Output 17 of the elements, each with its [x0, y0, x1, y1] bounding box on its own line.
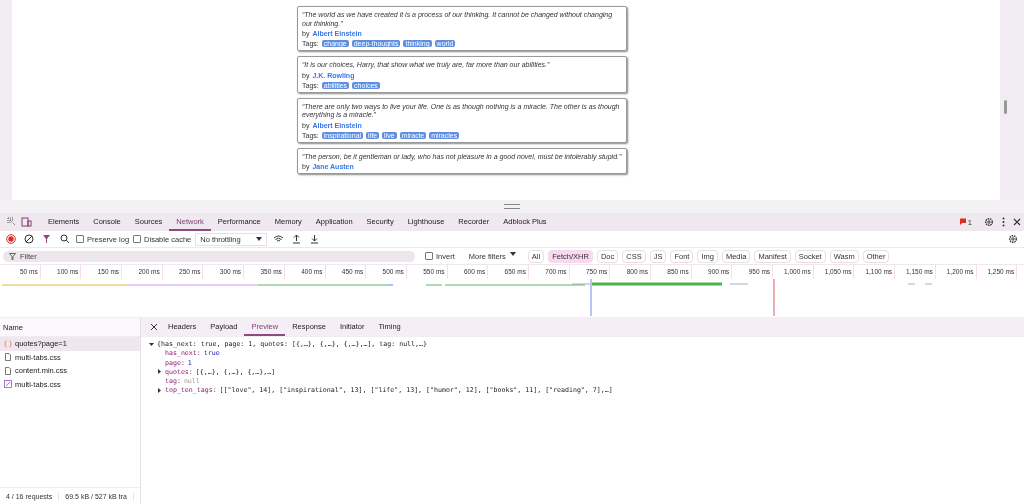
settings-icon[interactable]	[1006, 232, 1020, 246]
resize-handle[interactable]	[504, 204, 520, 209]
filter-icon	[9, 252, 16, 260]
stylesheet-icon	[4, 380, 12, 389]
expand-arrow-icon[interactable]	[157, 369, 162, 375]
search-icon[interactable]	[58, 232, 72, 246]
expand-arrow-icon[interactable]	[157, 388, 162, 393]
code-braces-icon	[4, 339, 12, 348]
dropdown-caret-icon	[509, 251, 516, 256]
scrollbar-thumb[interactable]	[1004, 100, 1007, 114]
clear-icon[interactable]	[22, 232, 36, 246]
issue-flag-icon	[958, 218, 967, 226]
dropdown-caret-icon	[256, 237, 263, 241]
device-toolbar-icon[interactable]	[19, 215, 33, 229]
record-icon[interactable]	[4, 232, 18, 246]
settings-icon[interactable]	[982, 215, 996, 229]
collapse-arrow-icon[interactable]	[149, 341, 154, 347]
